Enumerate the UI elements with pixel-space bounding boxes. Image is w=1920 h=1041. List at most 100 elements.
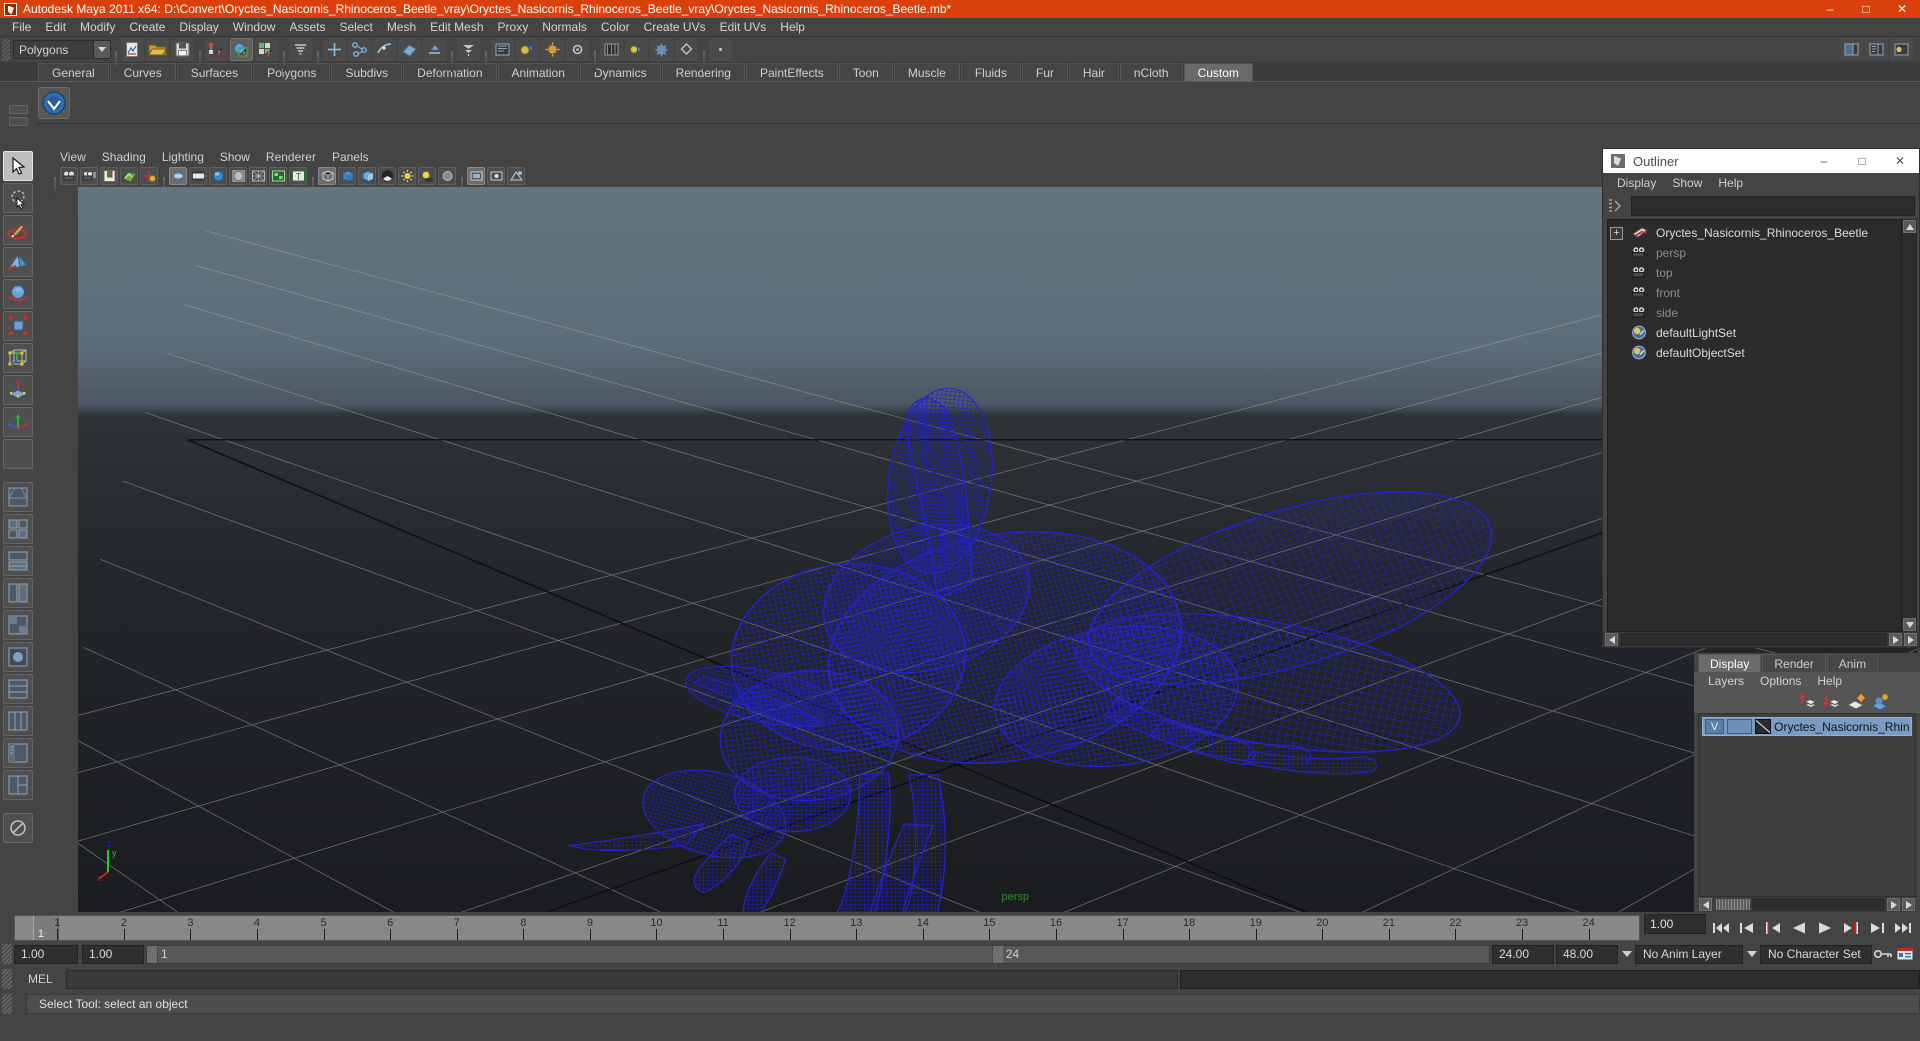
select-by-component-icon[interactable]: [255, 38, 278, 61]
isolate-select-icon[interactable]: [467, 167, 485, 185]
vray-shelf-icon[interactable]: [38, 86, 70, 119]
outliner-horizontal-scrollbar[interactable]: [1603, 632, 1919, 647]
select-tool[interactable]: [3, 151, 33, 181]
animation-end-field[interactable]: 48.00: [1556, 944, 1618, 964]
layer-visibility-toggle[interactable]: V: [1705, 719, 1725, 734]
shelf-tab-fur[interactable]: Fur: [1021, 63, 1068, 81]
show-channel-box-panel-icon[interactable]: [1865, 38, 1888, 61]
layer-row[interactable]: V Oryctes_Nasicornis_Rhino: [1702, 717, 1912, 736]
tab-anim[interactable]: Anim: [1826, 654, 1879, 672]
snap-to-curve-icon[interactable]: [348, 38, 371, 61]
scroll-left-icon[interactable]: [1605, 633, 1618, 646]
resolution-gate-icon[interactable]: [209, 167, 227, 185]
viewport-menu-renderer[interactable]: Renderer: [258, 148, 324, 166]
play-backwards-icon[interactable]: [1788, 918, 1810, 938]
wireframe-on-shaded-icon[interactable]: [249, 167, 267, 185]
step-back-frame-icon[interactable]: [1736, 918, 1758, 938]
hypershade-persp-layout-icon[interactable]: [3, 610, 33, 640]
make-live-icon[interactable]: [423, 38, 446, 61]
menu-edit-uvs[interactable]: Edit UVs: [713, 18, 774, 37]
show-hide-render-editors-icon[interactable]: [491, 38, 514, 61]
outliner-item-side[interactable]: + side: [1608, 303, 1901, 323]
menu-select[interactable]: Select: [332, 18, 379, 37]
grid-toggle-icon[interactable]: [169, 167, 187, 185]
menu-file[interactable]: File: [5, 18, 38, 37]
display-options-icon[interactable]: [507, 167, 525, 185]
play-forwards-icon[interactable]: [1814, 918, 1836, 938]
scroll-right-icon[interactable]: [1887, 898, 1900, 911]
outliner-filter-icon[interactable]: [1605, 196, 1627, 216]
scroll-left-icon[interactable]: [1699, 898, 1712, 911]
outliner-search-input[interactable]: [1631, 196, 1915, 216]
persp-render-layout-icon[interactable]: [3, 642, 33, 672]
outliner-persp-icon[interactable]: [3, 738, 33, 768]
outliner-menu-show[interactable]: Show: [1664, 173, 1710, 193]
xray-icon[interactable]: [269, 167, 287, 185]
image-plane-icon[interactable]: [120, 167, 138, 185]
outliner-maximize-button[interactable]: □: [1843, 149, 1881, 173]
shelf-tab-fluids[interactable]: Fluids: [960, 63, 1021, 81]
viewport-menu-view[interactable]: View: [52, 148, 94, 166]
select-by-hierarchy-icon[interactable]: [205, 38, 228, 61]
shelf-tab-painteffects[interactable]: PaintEffects: [745, 63, 838, 81]
shelf-tab-subdivs[interactable]: Subdivs: [331, 63, 403, 81]
menu-mesh[interactable]: Mesh: [380, 18, 423, 37]
scroll-right-icon[interactable]: [1889, 633, 1902, 646]
film-gate-icon[interactable]: [189, 167, 207, 185]
open-attribute-editor-icon[interactable]: [625, 38, 648, 61]
select-camera-icon[interactable]: [60, 167, 78, 185]
hardware-texturing-icon[interactable]: [378, 167, 396, 185]
outliner-tree[interactable]: + Oryctes_Nasicornis_Rhinoceros_Beetle +…: [1607, 219, 1902, 632]
outliner-item-front[interactable]: + front: [1608, 283, 1901, 303]
construction-history-icon[interactable]: [457, 38, 480, 61]
three-pane-icon[interactable]: [3, 770, 33, 800]
select-by-object-icon[interactable]: [230, 38, 253, 61]
scroll-track[interactable]: [1752, 898, 1885, 911]
outliner-menu-help[interactable]: Help: [1710, 173, 1751, 193]
scroll-thumb[interactable]: [1716, 899, 1750, 910]
outliner-vertical-scrollbar[interactable]: [1902, 219, 1917, 632]
shelf-tab-deformation[interactable]: Deformation: [403, 63, 497, 81]
use-all-lights-icon[interactable]: [398, 167, 416, 185]
soft-modification-tool[interactable]: [3, 375, 33, 405]
playback-speed-field[interactable]: 1.00: [1644, 914, 1706, 934]
paint-select-tool[interactable]: [3, 215, 33, 245]
scroll-up-icon[interactable]: [1903, 220, 1916, 233]
layer-list-scrollbar[interactable]: [1698, 897, 1916, 912]
step-forward-key-icon[interactable]: [1840, 918, 1862, 938]
shelf-tab-toon[interactable]: Toon: [838, 63, 893, 81]
command-language-label[interactable]: MEL: [14, 972, 66, 986]
move-layer-up-icon[interactable]: [1798, 692, 1818, 712]
shelf-tab-surfaces[interactable]: Surfaces: [176, 63, 253, 81]
tab-render[interactable]: Render: [1762, 654, 1826, 672]
tab-display[interactable]: Display: [1698, 654, 1762, 672]
chevron-down-icon[interactable]: [1743, 945, 1760, 964]
occlusion-icon[interactable]: [438, 167, 456, 185]
command-output[interactable]: [1180, 969, 1920, 989]
new-scene-icon[interactable]: [121, 38, 144, 61]
shelf-tab-menu-icon[interactable]: [8, 104, 28, 114]
menu-modify[interactable]: Modify: [73, 18, 122, 37]
render-settings-icon[interactable]: [566, 38, 589, 61]
outliner-item-default-light-set[interactable]: + defaultLightSet: [1608, 323, 1901, 343]
two-pane-stacked-icon[interactable]: [3, 674, 33, 704]
outliner-close-button[interactable]: ✕: [1881, 149, 1919, 173]
textured-icon[interactable]: T: [289, 167, 307, 185]
scale-tool[interactable]: [3, 311, 33, 341]
layer-playback-toggle[interactable]: [1727, 719, 1752, 734]
scroll-right-end-icon[interactable]: [1904, 633, 1917, 646]
move-tool[interactable]: [3, 247, 33, 277]
menu-edit-mesh[interactable]: Edit Mesh: [423, 18, 490, 37]
move-layer-down-icon[interactable]: [1822, 692, 1842, 712]
outliner-menu-display[interactable]: Display: [1609, 173, 1664, 193]
four-view-layout-icon[interactable]: [3, 514, 33, 544]
menu-assets[interactable]: Assets: [282, 18, 332, 37]
hypershade-icon[interactable]: [600, 38, 623, 61]
range-start-field[interactable]: 1.00: [82, 944, 144, 964]
shelf-tab-hair[interactable]: Hair: [1068, 63, 1119, 81]
scroll-track[interactable]: [1903, 233, 1916, 618]
persp-graph-layout-icon[interactable]: [3, 578, 33, 608]
maximize-button[interactable]: □: [1848, 0, 1884, 18]
range-bar[interactable]: 1 24: [146, 944, 1490, 964]
camera-attributes-icon[interactable]: [80, 167, 98, 185]
